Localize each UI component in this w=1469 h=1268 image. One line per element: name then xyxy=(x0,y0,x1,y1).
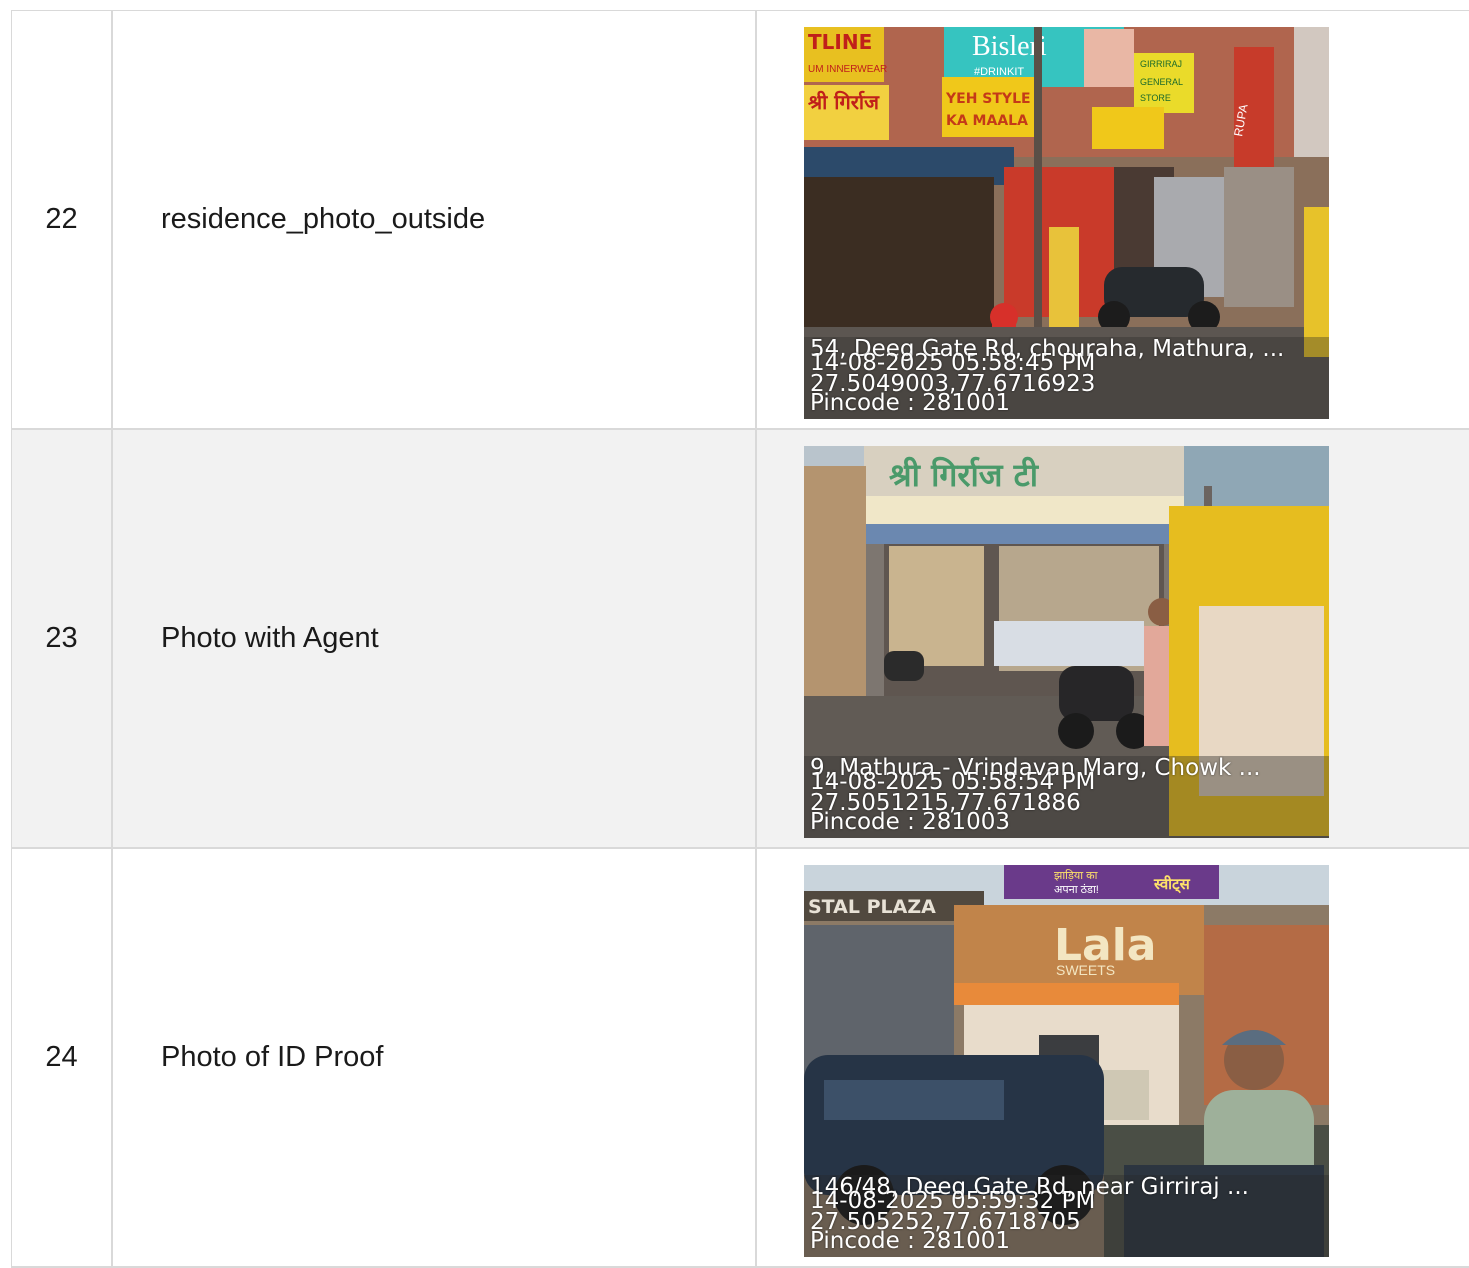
sign-text: YEH STYLE xyxy=(945,91,1031,107)
table-row: 23 Photo with Agent श्री गिर्राज टी 9, M… xyxy=(12,430,1469,849)
row-label: Photo with Agent xyxy=(113,430,757,847)
sign-text: #DRINKIT xyxy=(974,66,1024,78)
sign-text: KA MAALA xyxy=(946,113,1028,129)
sign-text: श्री गिर्राज टी xyxy=(889,456,1040,494)
sign-text: STAL PLAZA xyxy=(808,896,936,918)
sign-text: UM INNERWEAR xyxy=(808,64,887,75)
photo-cell: TLINE UM INNERWEAR श्री गिर्राज Bisleri … xyxy=(757,11,1469,428)
photo-cell: झाड़िया का अपना ठंडा! स्वीट्स STAL PLAZA… xyxy=(757,849,1469,1266)
id-proof-photo[interactable]: झाड़िया का अपना ठंडा! स्वीट्स STAL PLAZA… xyxy=(804,865,1329,1257)
table-row: 22 residence_photo_outside TLINE UM INNE… xyxy=(12,11,1469,430)
row-number: 24 xyxy=(12,849,113,1266)
sign-text: श्री गिर्राज xyxy=(808,90,880,114)
row-label: residence_photo_outside xyxy=(113,11,757,428)
sign-text: झाड़िया का xyxy=(1054,869,1098,882)
photo-cell: श्री गिर्राज टी 9, Mathura - Vrindavan M… xyxy=(757,430,1469,847)
sign-text: अपना ठंडा! xyxy=(1054,883,1099,896)
table-row: 24 Photo of ID Proof झाड़िया का अपना ठंड… xyxy=(12,849,1469,1268)
geo-stamp: 146/48, Deeg Gate Rd, near Girriraj ... … xyxy=(804,1175,1329,1257)
sign-text: TLINE xyxy=(808,30,872,54)
sign-text: स्वीट्स xyxy=(1153,875,1191,894)
sign-text: STORE xyxy=(1140,93,1171,103)
sign-text: GENERAL xyxy=(1140,77,1183,87)
geo-stamp: 9, Mathura - Vrindavan Marg, Chowk ... 1… xyxy=(804,756,1329,838)
stamp-pincode: Pincode : 281003 xyxy=(810,809,1010,835)
row-number: 23 xyxy=(12,430,113,847)
row-number: 22 xyxy=(12,11,113,428)
residence-photo[interactable]: TLINE UM INNERWEAR श्री गिर्राज Bisleri … xyxy=(804,27,1329,419)
stamp-pincode: Pincode : 281001 xyxy=(810,1228,1010,1254)
geo-stamp: 54, Deeg Gate Rd, chouraha, Mathura, ...… xyxy=(804,337,1329,419)
row-label: Photo of ID Proof xyxy=(113,849,757,1266)
agent-photo[interactable]: श्री गिर्राज टी 9, Mathura - Vrindavan M… xyxy=(804,446,1329,838)
photo-table: 22 residence_photo_outside TLINE UM INNE… xyxy=(11,10,1469,1268)
sign-text: GIRRIRAJ xyxy=(1140,59,1182,69)
stamp-pincode: Pincode : 281001 xyxy=(810,390,1010,416)
sign-text: SWEETS xyxy=(1056,962,1115,978)
